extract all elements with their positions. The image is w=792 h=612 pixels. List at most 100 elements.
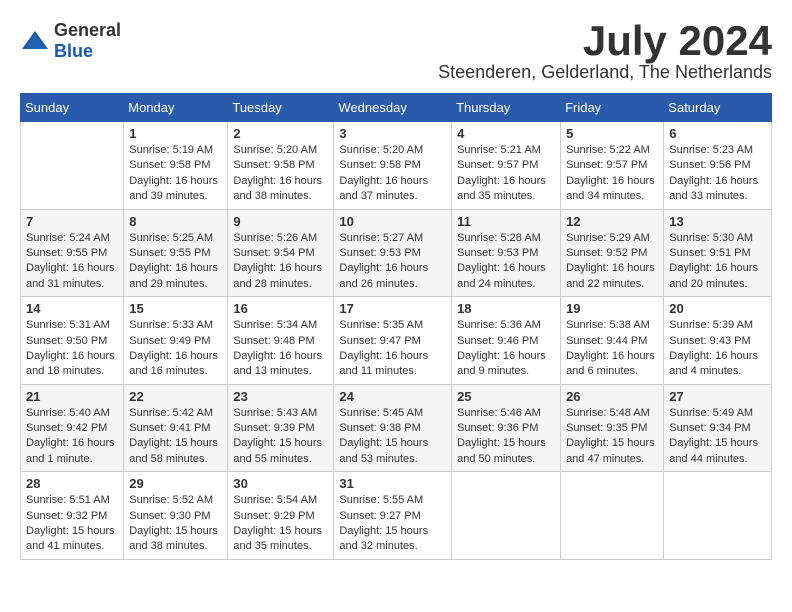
calendar-cell: 22Sunrise: 5:42 AM Sunset: 9:41 PM Dayli… — [124, 384, 228, 472]
calendar-cell: 1 Sunrise: 5:19 AM Sunset: 9:58 PM Daylig… — [124, 122, 228, 210]
day-number: 31 — [339, 476, 446, 491]
day-info: Sunrise: 5:26 AM Sunset: 9:54 PM Dayligh… — [233, 231, 328, 293]
calendar-cell: 28Sunrise: 5:51 AM Sunset: 9:32 PM Dayli… — [21, 472, 124, 560]
calendar-cell: 8 Sunrise: 5:25 AM Sunset: 9:55 PM Daylig… — [124, 209, 228, 297]
calendar-week-4: 21Sunrise: 5:40 AM Sunset: 9:42 PM Dayli… — [21, 384, 772, 472]
calendar-cell: 14 Sunrise: 5:31 AM Sunset: 9:50 PM Dayli… — [21, 297, 124, 385]
calendar-week-5: 28Sunrise: 5:51 AM Sunset: 9:32 PM Dayli… — [21, 472, 772, 560]
calendar-cell: 31 Sunrise: 5:55 AM Sunset: 9:27 PM Dayli… — [334, 472, 452, 560]
calendar-header: Sunday Monday Tuesday Wednesday Thursday… — [21, 94, 772, 122]
calendar-week-3: 14 Sunrise: 5:31 AM Sunset: 9:50 PM Dayli… — [21, 297, 772, 385]
logo: General Blue — [20, 20, 121, 62]
day-info: Sunrise: 5:35 AM Sunset: 9:47 PM Dayligh… — [339, 318, 446, 380]
day-info: Sunrise: 5:20 AM Sunset: 9:58 PM Dayligh… — [339, 143, 446, 205]
calendar-body: 1 Sunrise: 5:19 AM Sunset: 9:58 PM Daylig… — [21, 122, 772, 560]
logo-icon — [20, 29, 50, 53]
header-saturday: Saturday — [664, 94, 772, 122]
calendar-cell: 29 Sunrise: 5:52 AM Sunset: 9:30 PM Dayli… — [124, 472, 228, 560]
day-info: Sunrise: 5:24 AM Sunset: 9:55 PM Dayligh… — [26, 231, 118, 293]
day-info: Sunrise: 5:29 AM Sunset: 9:52 PM Dayligh… — [566, 231, 658, 293]
calendar-cell: 12 Sunrise: 5:29 AM Sunset: 9:52 PM Dayli… — [561, 209, 664, 297]
day-number: 21 — [26, 389, 118, 404]
day-number: 27 — [669, 389, 766, 404]
day-number: 2 — [233, 126, 328, 141]
header-sunday: Sunday — [21, 94, 124, 122]
day-number: 9 — [233, 214, 328, 229]
day-number: 29 — [129, 476, 222, 491]
day-number: 10 — [339, 214, 446, 229]
header-tuesday: Tuesday — [228, 94, 334, 122]
day-info: Sunrise: 5:46 AM Sunset: 9:36 PM Dayligh… — [457, 406, 555, 468]
day-number: 20 — [669, 301, 766, 316]
day-info: Sunrise: 5:30 AM Sunset: 9:51 PM Dayligh… — [669, 231, 766, 293]
day-info: Sunrise: 5:20 AM Sunset: 9:58 PM Dayligh… — [233, 143, 328, 205]
calendar-cell — [664, 472, 772, 560]
calendar-cell: 17 Sunrise: 5:35 AM Sunset: 9:47 PM Dayli… — [334, 297, 452, 385]
month-year-title: July 2024 — [438, 20, 772, 62]
day-number: 15 — [129, 301, 222, 316]
day-number: 1 — [129, 126, 222, 141]
day-number: 16 — [233, 301, 328, 316]
calendar-cell: 25 Sunrise: 5:46 AM Sunset: 9:36 PM Dayli… — [452, 384, 561, 472]
header-thursday: Thursday — [452, 94, 561, 122]
day-number: 5 — [566, 126, 658, 141]
day-info: Sunrise: 5:45 AM Sunset: 9:38 PM Dayligh… — [339, 406, 446, 468]
day-number: 23 — [233, 389, 328, 404]
day-info: Sunrise: 5:52 AM Sunset: 9:30 PM Dayligh… — [129, 493, 222, 555]
day-number: 30 — [233, 476, 328, 491]
day-number: 3 — [339, 126, 446, 141]
logo-general: General — [54, 20, 121, 40]
page-header: General Blue July 2024 Steenderen, Gelde… — [20, 20, 772, 83]
calendar-cell — [452, 472, 561, 560]
logo-blue: Blue — [54, 41, 93, 61]
day-info: Sunrise: 5:21 AM Sunset: 9:57 PM Dayligh… — [457, 143, 555, 205]
calendar-cell: 30Sunrise: 5:54 AM Sunset: 9:29 PM Dayli… — [228, 472, 334, 560]
day-number: 13 — [669, 214, 766, 229]
day-number: 14 — [26, 301, 118, 316]
day-number: 26 — [566, 389, 658, 404]
day-info: Sunrise: 5:27 AM Sunset: 9:53 PM Dayligh… — [339, 231, 446, 293]
day-number: 8 — [129, 214, 222, 229]
day-info: Sunrise: 5:51 AM Sunset: 9:32 PM Dayligh… — [26, 493, 118, 555]
day-info: Sunrise: 5:55 AM Sunset: 9:27 PM Dayligh… — [339, 493, 446, 555]
day-number: 24 — [339, 389, 446, 404]
header-friday: Friday — [561, 94, 664, 122]
day-info: Sunrise: 5:33 AM Sunset: 9:49 PM Dayligh… — [129, 318, 222, 380]
calendar-cell: 3 Sunrise: 5:20 AM Sunset: 9:58 PM Daylig… — [334, 122, 452, 210]
calendar-cell: 18Sunrise: 5:36 AM Sunset: 9:46 PM Dayli… — [452, 297, 561, 385]
day-info: Sunrise: 5:42 AM Sunset: 9:41 PM Dayligh… — [129, 406, 222, 468]
calendar-table: Sunday Monday Tuesday Wednesday Thursday… — [20, 93, 772, 560]
calendar-cell: 7 Sunrise: 5:24 AM Sunset: 9:55 PM Daylig… — [21, 209, 124, 297]
day-info: Sunrise: 5:38 AM Sunset: 9:44 PM Dayligh… — [566, 318, 658, 380]
day-number: 25 — [457, 389, 555, 404]
calendar-week-1: 1 Sunrise: 5:19 AM Sunset: 9:58 PM Daylig… — [21, 122, 772, 210]
calendar-cell — [21, 122, 124, 210]
day-number: 19 — [566, 301, 658, 316]
calendar-cell: 24 Sunrise: 5:45 AM Sunset: 9:38 PM Dayli… — [334, 384, 452, 472]
calendar-week-2: 7 Sunrise: 5:24 AM Sunset: 9:55 PM Daylig… — [21, 209, 772, 297]
calendar-cell: 23 Sunrise: 5:43 AM Sunset: 9:39 PM Dayli… — [228, 384, 334, 472]
day-number: 11 — [457, 214, 555, 229]
calendar-cell: 13 Sunrise: 5:30 AM Sunset: 9:51 PM Dayli… — [664, 209, 772, 297]
day-info: Sunrise: 5:31 AM Sunset: 9:50 PM Dayligh… — [26, 318, 118, 380]
calendar-cell: 10 Sunrise: 5:27 AM Sunset: 9:53 PM Dayli… — [334, 209, 452, 297]
calendar-cell: 6Sunrise: 5:23 AM Sunset: 9:56 PM Daylig… — [664, 122, 772, 210]
day-number: 12 — [566, 214, 658, 229]
title-area: July 2024 Steenderen, Gelderland, The Ne… — [438, 20, 772, 83]
day-number: 17 — [339, 301, 446, 316]
day-info: Sunrise: 5:43 AM Sunset: 9:39 PM Dayligh… — [233, 406, 328, 468]
day-info: Sunrise: 5:39 AM Sunset: 9:43 PM Dayligh… — [669, 318, 766, 380]
calendar-cell — [561, 472, 664, 560]
header-monday: Monday — [124, 94, 228, 122]
calendar-cell: 20 Sunrise: 5:39 AM Sunset: 9:43 PM Dayli… — [664, 297, 772, 385]
day-number: 7 — [26, 214, 118, 229]
location-title: Steenderen, Gelderland, The Netherlands — [438, 62, 772, 83]
day-info: Sunrise: 5:19 AM Sunset: 9:58 PM Dayligh… — [129, 143, 222, 205]
day-number: 18 — [457, 301, 555, 316]
calendar-cell: 21Sunrise: 5:40 AM Sunset: 9:42 PM Dayli… — [21, 384, 124, 472]
calendar-cell: 16Sunrise: 5:34 AM Sunset: 9:48 PM Dayli… — [228, 297, 334, 385]
day-info: Sunrise: 5:25 AM Sunset: 9:55 PM Dayligh… — [129, 231, 222, 293]
day-info: Sunrise: 5:22 AM Sunset: 9:57 PM Dayligh… — [566, 143, 658, 205]
day-info: Sunrise: 5:28 AM Sunset: 9:53 PM Dayligh… — [457, 231, 555, 293]
header-wednesday: Wednesday — [334, 94, 452, 122]
